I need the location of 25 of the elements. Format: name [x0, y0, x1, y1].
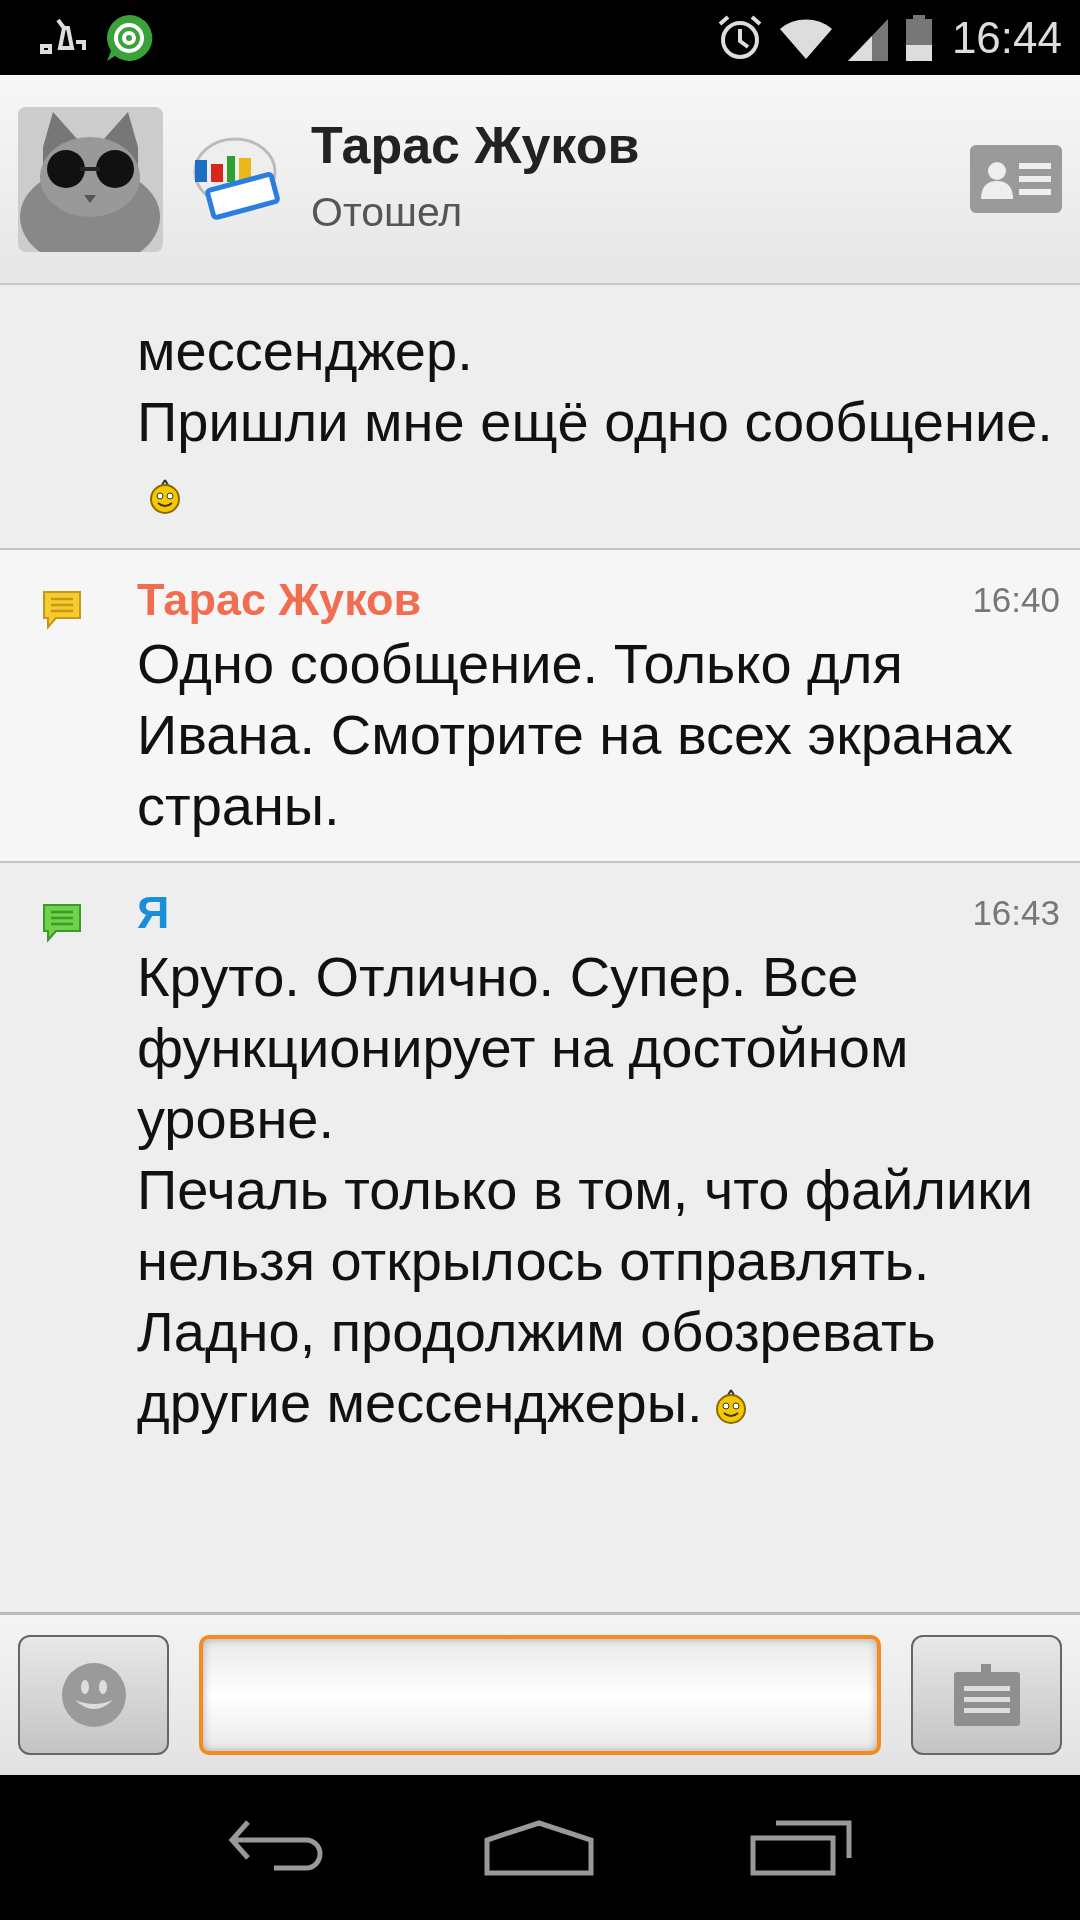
message-time: 16:40: [972, 578, 1060, 621]
smiley-icon: [60, 1662, 127, 1728]
message-input-field[interactable]: [199, 1635, 881, 1755]
message-text: Круто. Отлично. Супер. Все функционирует на достойном уровне.: [137, 945, 909, 1150]
sender-name: Я: [137, 886, 170, 941]
message-text: мессенджер.: [137, 319, 473, 382]
recent-apps-icon[interactable]: [750, 1819, 852, 1876]
emoticon-button[interactable]: [18, 1635, 169, 1755]
clock-time: 16:44: [951, 11, 1062, 64]
message-bubble-icon: [42, 590, 82, 630]
message-text: Одно сообщение. Только для Ивана. Смотрите на всех экранах страны.: [137, 632, 1013, 837]
battery-icon: [905, 14, 932, 61]
contact-status: Отошел: [311, 188, 464, 238]
clipboard-button[interactable]: [911, 1635, 1062, 1755]
message-time: 16:43: [972, 891, 1060, 934]
contact-card-button[interactable]: [970, 145, 1062, 213]
message-text: Печаль только в том, что файлики нельзя открылось отправлять.: [137, 1158, 1034, 1292]
message-text: Ладно, продолжим обозревать другие мессенджеры.: [137, 1300, 936, 1434]
home-icon[interactable]: [484, 1819, 594, 1876]
sender-name: Тарас Жуков: [137, 573, 422, 628]
message-bubble-icon: [42, 903, 82, 943]
clipboard-icon: [953, 1664, 1020, 1726]
message-text: Пришли мне ещё одно сообщение.: [137, 390, 1053, 453]
chat-at-icon: [104, 12, 154, 63]
contact-name: Тарас Жуков: [311, 115, 641, 177]
